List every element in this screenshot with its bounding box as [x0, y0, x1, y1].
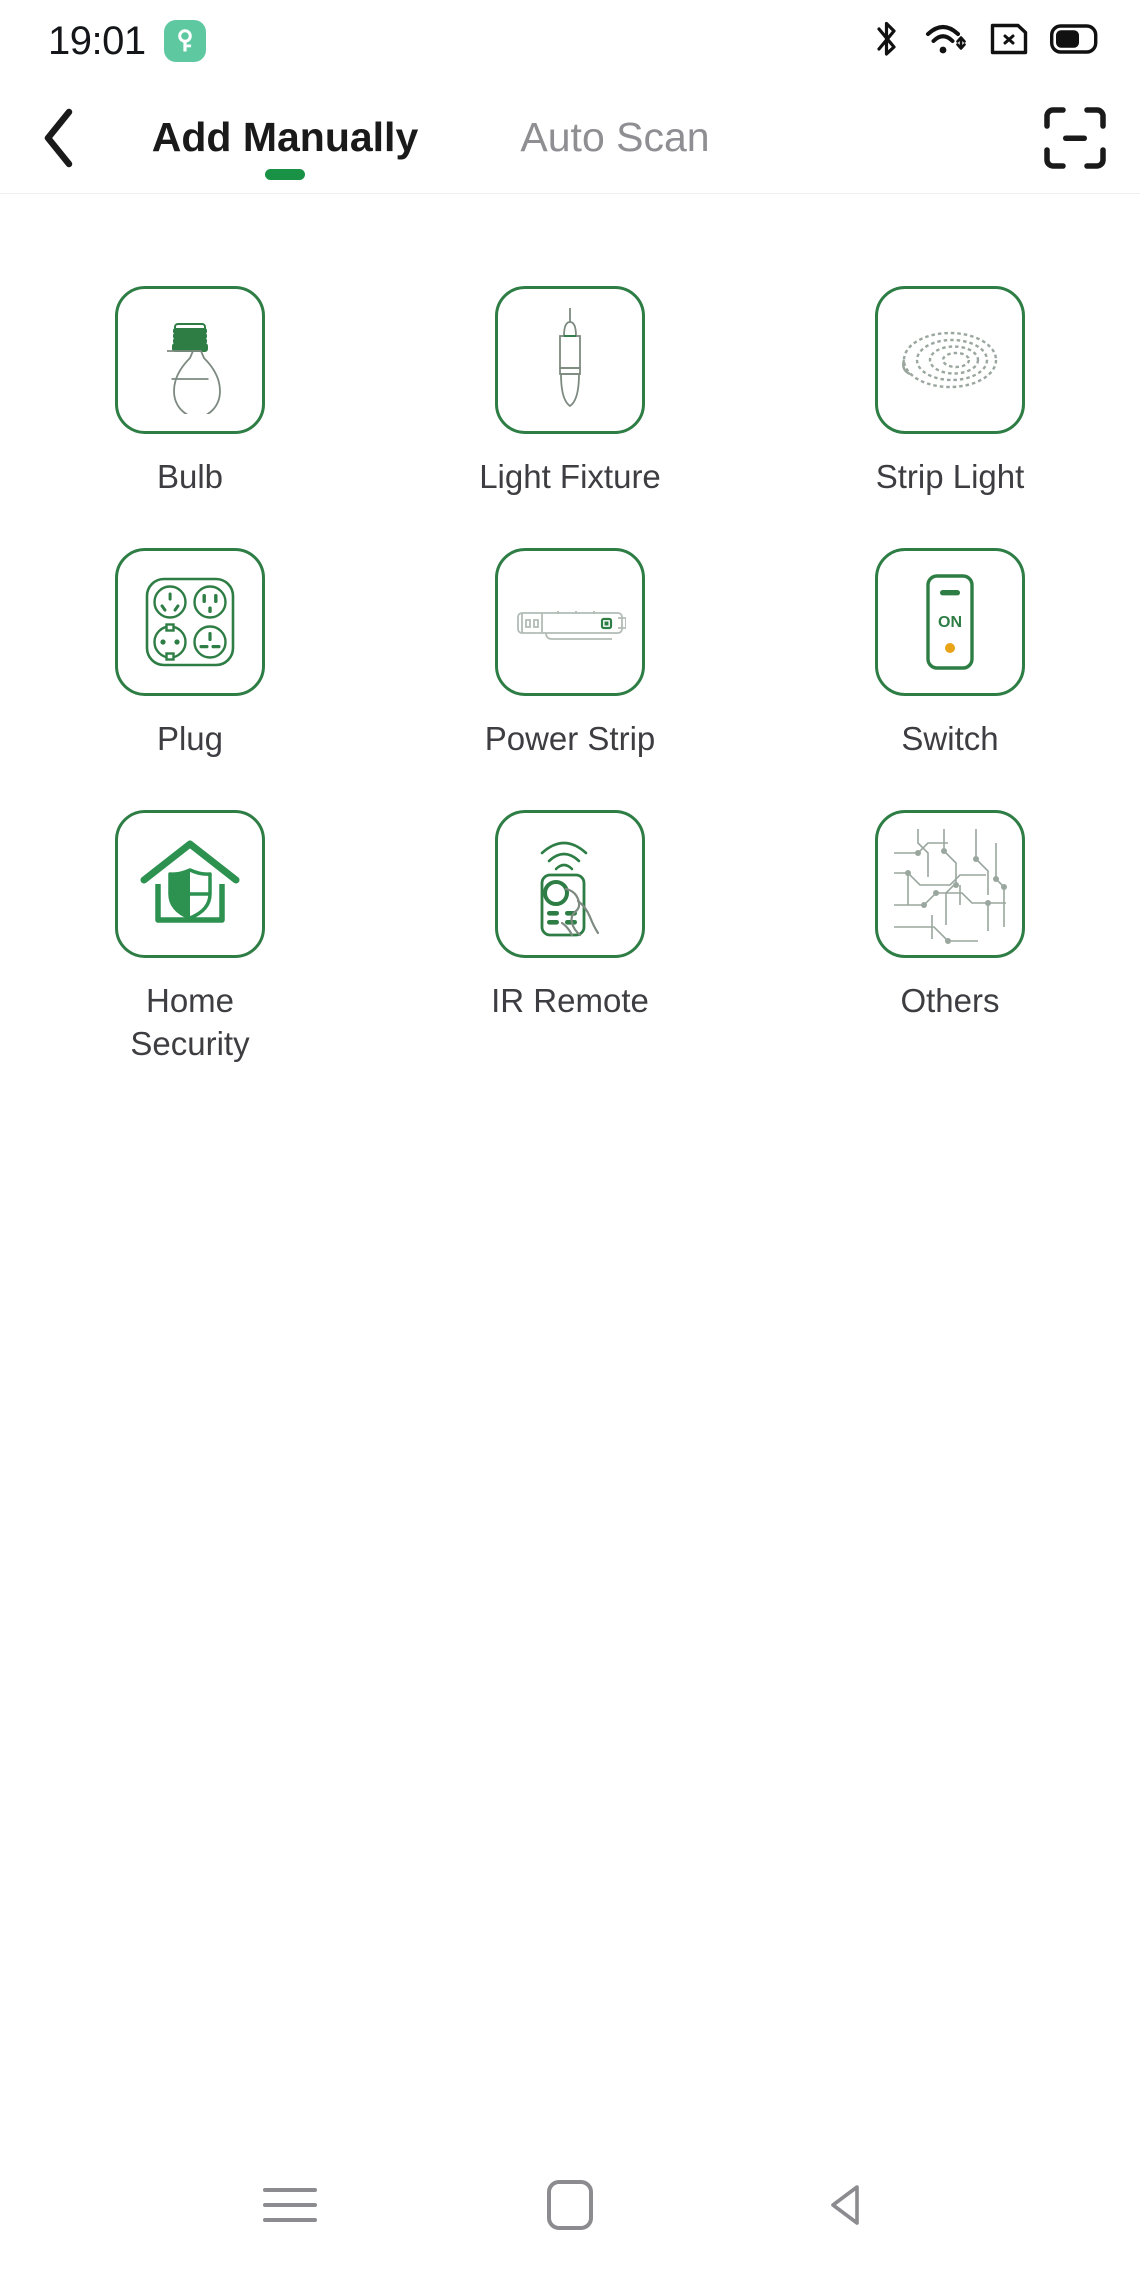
phone-screen: 19:01 Add Manually Auto Scan Bulb Light …	[0, 0, 1140, 2280]
tab-add-manually[interactable]: Add Manually	[120, 82, 450, 194]
category-label: Home Security	[130, 982, 250, 1062]
strip-light-icon	[902, 331, 998, 389]
home-button[interactable]	[510, 2145, 630, 2265]
category-tile	[875, 810, 1025, 959]
status-bar-clock: 19:01	[48, 18, 146, 63]
tab-add-manually-label: Add Manually	[151, 114, 419, 160]
category-tile	[495, 286, 645, 434]
status-bar-right	[872, 20, 1100, 63]
bulb-icon	[167, 323, 221, 414]
back-button[interactable]	[0, 82, 120, 194]
category-plug[interactable]: Plug	[0, 524, 380, 786]
bluetooth-icon	[872, 20, 902, 63]
category-switch[interactable]: ON Switch	[760, 524, 1140, 786]
category-others[interactable]: Others	[760, 786, 1140, 1090]
category-tile	[875, 286, 1025, 434]
category-label: Light Fixture	[479, 458, 661, 495]
category-label: Others	[900, 982, 1000, 1020]
app-header: Add Manually Auto Scan	[0, 82, 1140, 194]
category-tile	[495, 810, 645, 959]
plug-icon	[145, 577, 235, 667]
status-bar: 19:01	[0, 0, 1140, 82]
status-bar-left: 19:01	[48, 19, 206, 64]
category-label: Strip Light	[875, 458, 1025, 495]
tab-auto-scan-label: Auto Scan	[520, 114, 710, 160]
category-home-security[interactable]: Home Security	[0, 786, 380, 1090]
tab-auto-scan[interactable]: Auto Scan	[450, 82, 780, 194]
category-strip-light[interactable]: Strip Light	[760, 262, 1140, 524]
light-fixture-icon	[559, 308, 581, 408]
battery-icon	[1050, 23, 1100, 59]
others-icon	[894, 829, 1007, 945]
key-icon	[163, 20, 206, 62]
wifi-icon	[924, 20, 968, 63]
sim-card-icon	[990, 23, 1028, 60]
menu-icon	[263, 2188, 317, 2222]
menu-button[interactable]	[230, 2145, 350, 2265]
category-ir-remote[interactable]: IR Remote	[380, 786, 760, 1090]
system-navigation-bar	[0, 2130, 1140, 2280]
chevron-left-icon	[44, 108, 73, 167]
back-triangle-icon	[831, 2185, 859, 2225]
category-label: Plug	[156, 720, 224, 758]
ir-remote-icon	[540, 842, 600, 937]
category-bulb[interactable]: Bulb	[0, 262, 380, 524]
category-label: Power Strip	[484, 720, 656, 758]
switch-on-text: ON	[938, 614, 962, 631]
qr-scan-icon	[1044, 106, 1106, 169]
category-label: Bulb	[156, 458, 224, 495]
header-tabs: Add Manually Auto Scan	[120, 82, 1010, 194]
category-tile: ON	[875, 548, 1025, 697]
category-power-strip[interactable]: Power Strip	[380, 524, 760, 786]
power-strip-icon	[517, 611, 626, 641]
back-nav-button[interactable]	[790, 2145, 910, 2265]
category-tile	[115, 286, 265, 434]
home-icon	[547, 2180, 593, 2230]
device-category-grid: Bulb Light Fixture Strip Light Plug Powe…	[0, 222, 1140, 1091]
category-tile	[115, 810, 265, 959]
category-light-fixture[interactable]: Light Fixture	[380, 262, 760, 524]
qr-scan-button[interactable]	[1010, 82, 1140, 194]
home-security-icon	[140, 840, 240, 924]
category-tile	[115, 548, 265, 697]
switch-icon: ON	[926, 574, 974, 670]
category-label: IR Remote	[491, 982, 649, 1020]
category-tile	[495, 548, 645, 697]
tab-active-indicator	[265, 168, 305, 180]
category-label: Switch	[901, 720, 999, 758]
